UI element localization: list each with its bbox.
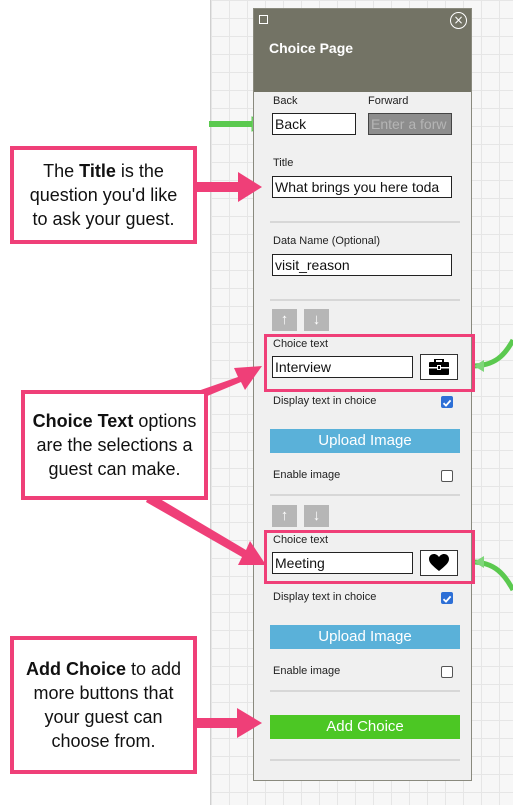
choice-2-arrow: [146, 493, 266, 565]
add-choice-callout-text: Add Choice to add more buttons that your…: [25, 659, 182, 751]
add-choice-callout: Add Choice to add more buttons that your…: [10, 636, 197, 774]
choice-text-callout: Choice Text options are the selections a…: [21, 390, 208, 500]
title-callout-text: The Title is the question you'd like to …: [29, 161, 178, 229]
title-callout: The Title is the question you'd like to …: [10, 146, 197, 244]
title-arrow: [197, 172, 262, 202]
choice-text-callout-text: Choice Text options are the selections a…: [32, 411, 197, 479]
